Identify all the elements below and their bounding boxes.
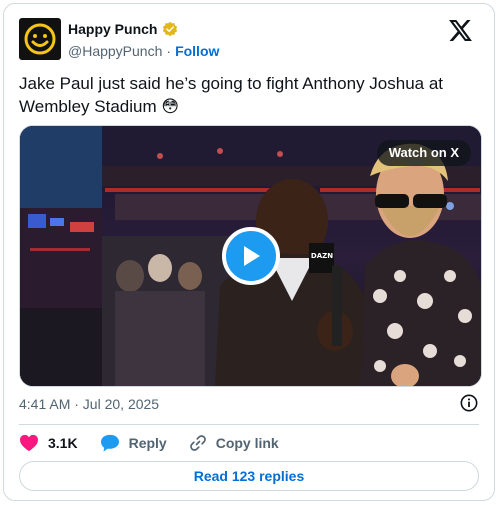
tweet-card: Happy Punch @HappyPunch · Follow Jake Pa… — [3, 3, 495, 501]
link-icon — [189, 435, 206, 451]
watch-on-x-button[interactable]: Watch on X — [376, 140, 471, 166]
reply-button[interactable]: Reply — [100, 434, 167, 452]
reply-label: Reply — [128, 435, 167, 451]
author-handle[interactable]: @HappyPunch — [68, 43, 162, 59]
avatar[interactable] — [19, 18, 61, 60]
mic-flag-label: DAZN — [310, 252, 334, 260]
divider — [19, 424, 479, 425]
tweet-text: Jake Paul just said he’s going to fight … — [19, 74, 444, 116]
x-logo-icon[interactable] — [449, 20, 472, 46]
like-button[interactable]: 3.1K — [19, 434, 78, 452]
play-icon — [244, 246, 260, 266]
like-count: 3.1K — [48, 435, 78, 451]
action-bar: 3.1K Reply Copy link — [19, 432, 279, 454]
copy-link-button[interactable]: Copy link — [189, 434, 279, 452]
follow-button[interactable]: Follow — [175, 43, 219, 59]
info-icon[interactable] — [460, 394, 478, 417]
author-display-name[interactable]: Happy Punch — [68, 21, 157, 37]
author-name-row: Happy Punch — [68, 21, 178, 37]
copy-link-label: Copy link — [215, 435, 279, 451]
reply-bubble-icon — [100, 434, 119, 452]
handle-separator: · — [166, 43, 172, 59]
play-button[interactable] — [222, 227, 280, 285]
read-replies-button[interactable]: Read 123 replies — [19, 461, 479, 491]
smiley-face-icon — [24, 23, 56, 55]
tweet-header: Happy Punch @HappyPunch · Follow — [19, 18, 480, 62]
heart-icon — [20, 434, 38, 452]
video-player[interactable]: DAZN Watch on X — [19, 125, 482, 387]
tweet-timestamp[interactable]: 4:41 AM · Jul 20, 2025 — [19, 396, 159, 412]
verified-badge-icon — [163, 21, 178, 37]
author-handle-row: @HappyPunch · Follow — [68, 43, 219, 59]
